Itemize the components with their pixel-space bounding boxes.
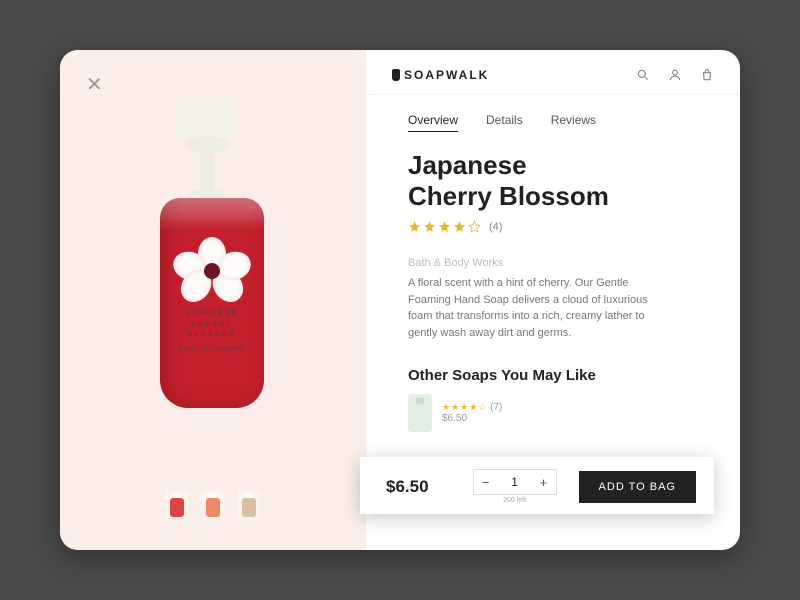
bottle-label-line: BLOSSOM xyxy=(171,330,253,341)
search-icon[interactable] xyxy=(636,68,650,82)
brand-logo[interactable]: SOAPWALK xyxy=(392,68,489,82)
tab-overview[interactable]: Overview xyxy=(408,113,458,132)
bottle-label-line: JAPANESE xyxy=(171,309,253,320)
add-to-bag-button[interactable]: ADD TO BAG xyxy=(579,471,696,503)
star-icon xyxy=(408,220,421,233)
product-details-panel: SOAPWALK Overview Details Reviews Japane… xyxy=(366,50,740,550)
title-line: Japanese xyxy=(408,150,698,181)
recommendation-stars: ★★★★☆ xyxy=(442,402,487,412)
recommendation-price: $6.50 xyxy=(442,413,502,424)
user-icon[interactable] xyxy=(668,68,682,82)
qty-value: 1 xyxy=(498,475,532,489)
star-rating xyxy=(408,220,481,233)
product-modal: ✕ JAPANESE CHERRY BLOSSOM GENTLE FO xyxy=(60,50,740,550)
product-gallery: ✕ JAPANESE CHERRY BLOSSOM GENTLE FO xyxy=(60,50,366,550)
rating: (4) xyxy=(408,220,698,233)
topbar: SOAPWALK xyxy=(366,50,740,95)
brand-name: Bath & Body Works xyxy=(408,257,698,269)
rating-count: (4) xyxy=(489,221,502,233)
close-icon[interactable]: ✕ xyxy=(86,72,103,97)
brand-logo-text: SOAPWALK xyxy=(404,68,489,82)
star-icon xyxy=(468,220,481,233)
recommendation-count: (7) xyxy=(490,402,502,413)
product-image: JAPANESE CHERRY BLOSSOM GENTLE FOAMING xyxy=(148,98,278,418)
recommendation-item[interactable]: ★★★★☆ (7) $6.50 xyxy=(408,394,698,432)
gallery-thumbnails xyxy=(166,490,260,520)
tab-reviews[interactable]: Reviews xyxy=(551,113,596,132)
star-icon xyxy=(423,220,436,233)
star-icon xyxy=(438,220,451,233)
tab-details[interactable]: Details xyxy=(486,113,523,132)
stock-text: 200 left xyxy=(503,497,526,504)
recommendations-heading: Other Soaps You May Like xyxy=(408,367,698,384)
quantity-stepper: − 1 + 200 left xyxy=(473,469,557,504)
buy-bar: $6.50 − 1 + 200 left ADD TO BAG xyxy=(360,457,714,514)
product-description: A floral scent with a hint of cherry. Ou… xyxy=(408,275,668,341)
thumbnail[interactable] xyxy=(166,490,188,520)
price: $6.50 xyxy=(386,477,429,497)
product-title: Japanese Cherry Blossom xyxy=(408,150,698,212)
qty-decrement[interactable]: − xyxy=(474,470,498,494)
tabs: Overview Details Reviews xyxy=(366,95,740,142)
bottle-label-line: CHERRY xyxy=(171,320,253,331)
bag-icon[interactable] xyxy=(700,68,714,82)
bottle-icon xyxy=(392,69,400,81)
thumbnail[interactable] xyxy=(238,490,260,520)
star-icon xyxy=(453,220,466,233)
bottle-label-sub: GENTLE FOAMING xyxy=(171,347,253,353)
recommendation-thumb xyxy=(408,394,432,432)
thumbnail[interactable] xyxy=(202,490,224,520)
title-line: Cherry Blossom xyxy=(408,181,698,212)
qty-increment[interactable]: + xyxy=(532,470,556,494)
